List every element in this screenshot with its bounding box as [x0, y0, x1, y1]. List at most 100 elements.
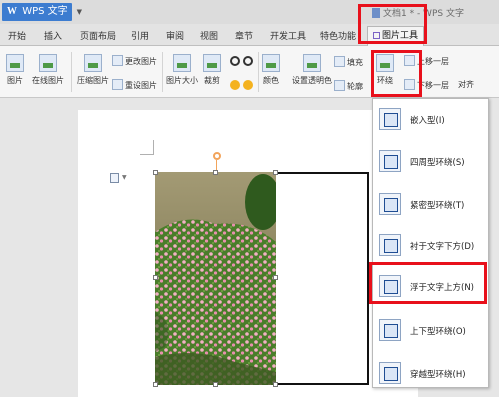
fill-button[interactable]: 填充	[334, 56, 363, 68]
wrap-tight-icon	[379, 193, 401, 215]
title-bar: W WPS 文字 ▼ 文档1 * - WPS 文字	[0, 0, 499, 24]
menu-item-behind-text[interactable]: 衬于文字下方(D)	[373, 230, 488, 260]
menu-item-square[interactable]: 四周型环绕(S)	[373, 146, 488, 176]
online-picture-icon	[39, 54, 57, 72]
menu-item-in-front-of-text[interactable]: 浮于文字上方(N)	[373, 271, 488, 301]
crop-button[interactable]: 裁剪	[203, 54, 221, 86]
document-title-text: 文档1 * - WPS 文字	[383, 9, 464, 19]
send-backward-button[interactable]: 下移一层	[404, 79, 449, 91]
picture-size-button[interactable]: 图片大小	[166, 54, 198, 86]
wrap-square-icon	[379, 150, 401, 172]
bring-forward-button[interactable]: 上移一层	[404, 55, 449, 67]
brightness-button[interactable]	[230, 80, 253, 92]
change-picture-icon	[112, 55, 123, 66]
align-label: 对齐	[458, 80, 474, 89]
send-backward-icon	[404, 79, 415, 90]
resize-handle-e[interactable]	[273, 275, 278, 280]
menu-item-tight[interactable]: 紧密型环绕(T)	[373, 189, 488, 219]
color-icon	[262, 54, 280, 72]
change-picture-button[interactable]: 更改图片	[112, 55, 157, 67]
picture-tools-icon	[373, 32, 380, 39]
tab-insert[interactable]: 插入	[44, 29, 62, 42]
menu-item-label: 嵌入型(I)	[410, 116, 445, 126]
wrap-through-icon	[379, 362, 401, 384]
bring-forward-label: 上移一层	[417, 57, 449, 66]
divider	[258, 52, 259, 92]
margin-corner-mark	[140, 154, 154, 155]
contrast-icon	[230, 56, 240, 66]
tab-picture-tools[interactable]: 图片工具	[367, 26, 425, 46]
wrap-inline-icon	[379, 108, 401, 130]
chevron-down-icon[interactable]: ▼	[77, 3, 82, 21]
online-picture-label: 在线图片	[32, 76, 64, 85]
document-title: 文档1 * - WPS 文字	[372, 6, 464, 19]
compress-picture-button[interactable]: 压缩图片	[77, 54, 109, 86]
compress-icon	[84, 54, 102, 72]
resize-handle-s[interactable]	[213, 382, 218, 387]
brightness-decrease-icon	[242, 80, 253, 90]
align-button[interactable]: 对齐	[458, 79, 474, 90]
tab-special[interactable]: 特色功能	[320, 29, 356, 42]
resize-handle-nw[interactable]	[153, 170, 158, 175]
online-picture-button[interactable]: 在线图片	[32, 54, 64, 86]
outline-button[interactable]: 轮廓	[334, 80, 363, 92]
reset-picture-icon	[112, 79, 123, 90]
tab-references[interactable]: 引用	[131, 29, 149, 42]
color-button[interactable]: 颜色	[262, 54, 280, 86]
resize-handle-sw[interactable]	[153, 382, 158, 387]
color-label: 颜色	[263, 76, 279, 85]
resize-handle-w[interactable]	[153, 275, 158, 280]
picture-button[interactable]: 图片	[6, 54, 24, 86]
resize-handle-ne[interactable]	[273, 170, 278, 175]
menu-item-inline[interactable]: 嵌入型(I)	[373, 104, 488, 134]
divider	[162, 52, 163, 92]
reset-picture-button[interactable]: 重设图片	[112, 79, 157, 91]
menu-item-label: 上下型环绕(O)	[410, 327, 466, 337]
crop-label: 裁剪	[204, 76, 220, 85]
flower-bush-photo	[155, 172, 276, 385]
menu-item-label: 穿越型环绕(H)	[410, 370, 466, 380]
rotate-handle[interactable]	[213, 152, 221, 160]
reset-picture-label: 重设图片	[125, 81, 157, 90]
picture-size-icon	[173, 54, 191, 72]
tab-sections[interactable]: 章节	[235, 29, 253, 42]
resize-handle-se[interactable]	[273, 382, 278, 387]
app-menu-button[interactable]: W WPS 文字 ▼	[2, 3, 82, 21]
tab-view[interactable]: 视图	[200, 29, 218, 42]
menu-item-label: 浮于文字上方(N)	[410, 283, 474, 293]
transparent-color-icon	[303, 54, 321, 72]
menu-item-label: 四周型环绕(S)	[410, 158, 465, 168]
app-name: WPS 文字	[22, 6, 68, 17]
change-picture-label: 更改图片	[125, 57, 157, 66]
tab-developer[interactable]: 开发工具	[270, 29, 306, 42]
wrap-text-label: 环绕	[377, 76, 393, 85]
tab-picture-tools-label: 图片工具	[382, 31, 419, 41]
chevron-down-icon[interactable]: ▼	[122, 174, 127, 181]
tab-review[interactable]: 审阅	[166, 29, 184, 42]
menu-item-label: 紧密型环绕(T)	[410, 201, 465, 211]
wrap-text-button[interactable]: 环绕	[376, 54, 394, 86]
wrap-top-bottom-icon	[379, 319, 401, 341]
wps-logo: W	[7, 6, 17, 17]
resize-handle-n[interactable]	[213, 170, 218, 175]
wrap-text-menu: 嵌入型(I) 四周型环绕(S) 紧密型环绕(T) 衬于文字下方(D) 浮于文字上…	[372, 98, 489, 388]
picture-label: 图片	[7, 76, 23, 85]
divider	[71, 52, 72, 92]
tab-home[interactable]: 开始	[8, 29, 26, 42]
wrap-text-icon	[376, 54, 394, 72]
menu-item-through[interactable]: 穿越型环绕(H)	[373, 358, 488, 388]
set-transparent-color-button[interactable]: 设置透明色	[292, 54, 332, 86]
picture-size-label: 图片大小	[166, 76, 198, 85]
contrast-button[interactable]	[230, 56, 253, 68]
set-transparent-label: 设置透明色	[292, 76, 332, 85]
send-backward-label: 下移一层	[417, 81, 449, 90]
wrap-in-front-icon	[379, 275, 401, 297]
wrap-behind-icon	[379, 234, 401, 256]
compress-label: 压缩图片	[77, 76, 109, 85]
selected-picture[interactable]	[155, 172, 276, 385]
text-frame-border	[276, 172, 369, 385]
tab-page-layout[interactable]: 页面布局	[80, 29, 116, 42]
margin-corner-mark	[153, 140, 154, 155]
menu-item-top-bottom[interactable]: 上下型环绕(O)	[373, 315, 488, 345]
paragraph-anchor-icon[interactable]	[110, 173, 119, 183]
